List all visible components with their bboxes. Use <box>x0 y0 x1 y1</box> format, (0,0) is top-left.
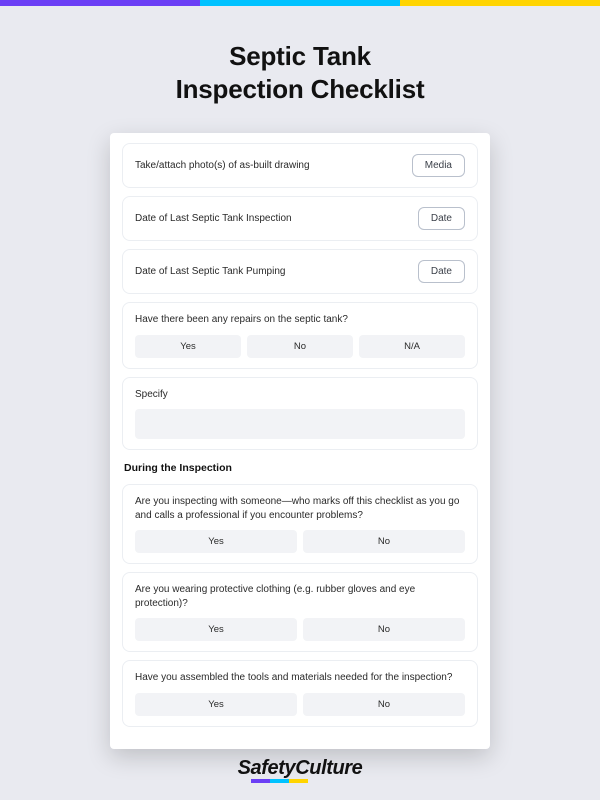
top-accent-bar <box>0 0 600 6</box>
item-label: Take/attach photo(s) of as-built drawing <box>135 159 310 173</box>
option-no[interactable]: No <box>303 530 465 553</box>
media-button[interactable]: Media <box>412 154 465 177</box>
page-title: Septic Tank Inspection Checklist <box>0 40 600 105</box>
brand-underline <box>251 779 309 783</box>
item-photo-asbuilt: Take/attach photo(s) of as-built drawing… <box>122 143 478 188</box>
footer: SafetyCulture <box>0 757 600 780</box>
item-specify: Specify <box>122 377 478 451</box>
item-label: Date of Last Septic Tank Pumping <box>135 265 285 279</box>
title-line-2: Inspection Checklist <box>176 74 425 104</box>
option-na[interactable]: N/A <box>359 335 465 358</box>
option-yes[interactable]: Yes <box>135 335 241 358</box>
checklist-card: Take/attach photo(s) of as-built drawing… <box>110 133 490 749</box>
item-inspecting-with-someone: Are you inspecting with someone—who mark… <box>122 484 478 564</box>
title-line-1: Septic Tank <box>229 41 371 71</box>
item-last-pumping-date: Date of Last Septic Tank Pumping Date <box>122 249 478 294</box>
option-yes[interactable]: Yes <box>135 530 297 553</box>
option-no[interactable]: No <box>303 618 465 641</box>
section-header-during-inspection: During the Inspection <box>124 462 476 474</box>
option-no[interactable]: No <box>247 335 353 358</box>
option-yes[interactable]: Yes <box>135 693 297 716</box>
item-last-inspection-date: Date of Last Septic Tank Inspection Date <box>122 196 478 241</box>
date-button[interactable]: Date <box>418 207 465 230</box>
item-label: Specify <box>135 388 465 402</box>
item-tools-materials: Have you assembled the tools and materia… <box>122 660 478 727</box>
specify-input[interactable] <box>135 409 465 439</box>
item-label: Date of Last Septic Tank Inspection <box>135 212 292 226</box>
brand-text: SafetyCulture <box>238 757 363 779</box>
item-protective-clothing: Are you wearing protective clothing (e.g… <box>122 572 478 652</box>
date-button[interactable]: Date <box>418 260 465 283</box>
brand-logo: SafetyCulture <box>238 757 363 780</box>
item-label: Are you wearing protective clothing (e.g… <box>135 583 465 610</box>
item-label: Have you assembled the tools and materia… <box>135 671 465 685</box>
item-repairs-question: Have there been any repairs on the septi… <box>122 302 478 369</box>
option-yes[interactable]: Yes <box>135 618 297 641</box>
item-label: Have there been any repairs on the septi… <box>135 313 465 327</box>
option-no[interactable]: No <box>303 693 465 716</box>
item-label: Are you inspecting with someone—who mark… <box>135 495 465 522</box>
